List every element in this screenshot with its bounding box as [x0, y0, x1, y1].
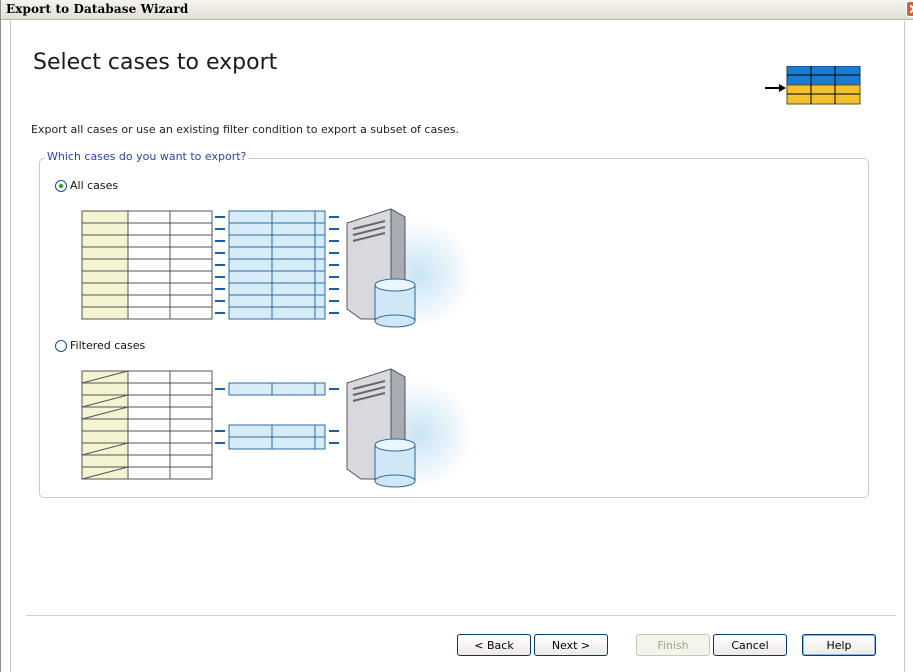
- close-button[interactable]: [906, 1, 913, 17]
- radio-filtered-cases-label: Filtered cases: [70, 339, 146, 352]
- radio-all-cases-label: All cases: [70, 179, 119, 192]
- all-cases-illustration: [79, 199, 471, 332]
- radio-button-unchecked[interactable]: [55, 339, 67, 352]
- radio-button-checked[interactable]: [55, 179, 67, 192]
- page-title: Select cases to export: [33, 50, 278, 75]
- wizard-window: Export to Database Wizard Select cases t…: [0, 0, 913, 672]
- finish-button[interactable]: Finish: [636, 634, 710, 656]
- help-button[interactable]: Help: [802, 634, 876, 656]
- cancel-button[interactable]: Cancel: [713, 634, 787, 656]
- export-table-icon: [765, 66, 861, 105]
- next-button[interactable]: Next >: [534, 634, 608, 656]
- filtered-cases-illustration: [79, 359, 471, 492]
- title-bar[interactable]: Export to Database Wizard: [1, 0, 913, 20]
- footer-separator: [26, 615, 896, 616]
- radio-filtered-cases[interactable]: Filtered cases: [55, 339, 145, 352]
- page-description: Export all cases or use an existing filt…: [31, 123, 459, 136]
- radio-all-cases[interactable]: All cases: [55, 179, 118, 192]
- cases-group-legend: Which cases do you want to export?: [45, 150, 249, 163]
- window-title: Export to Database Wizard: [6, 2, 189, 16]
- back-button[interactable]: < Back: [457, 634, 531, 656]
